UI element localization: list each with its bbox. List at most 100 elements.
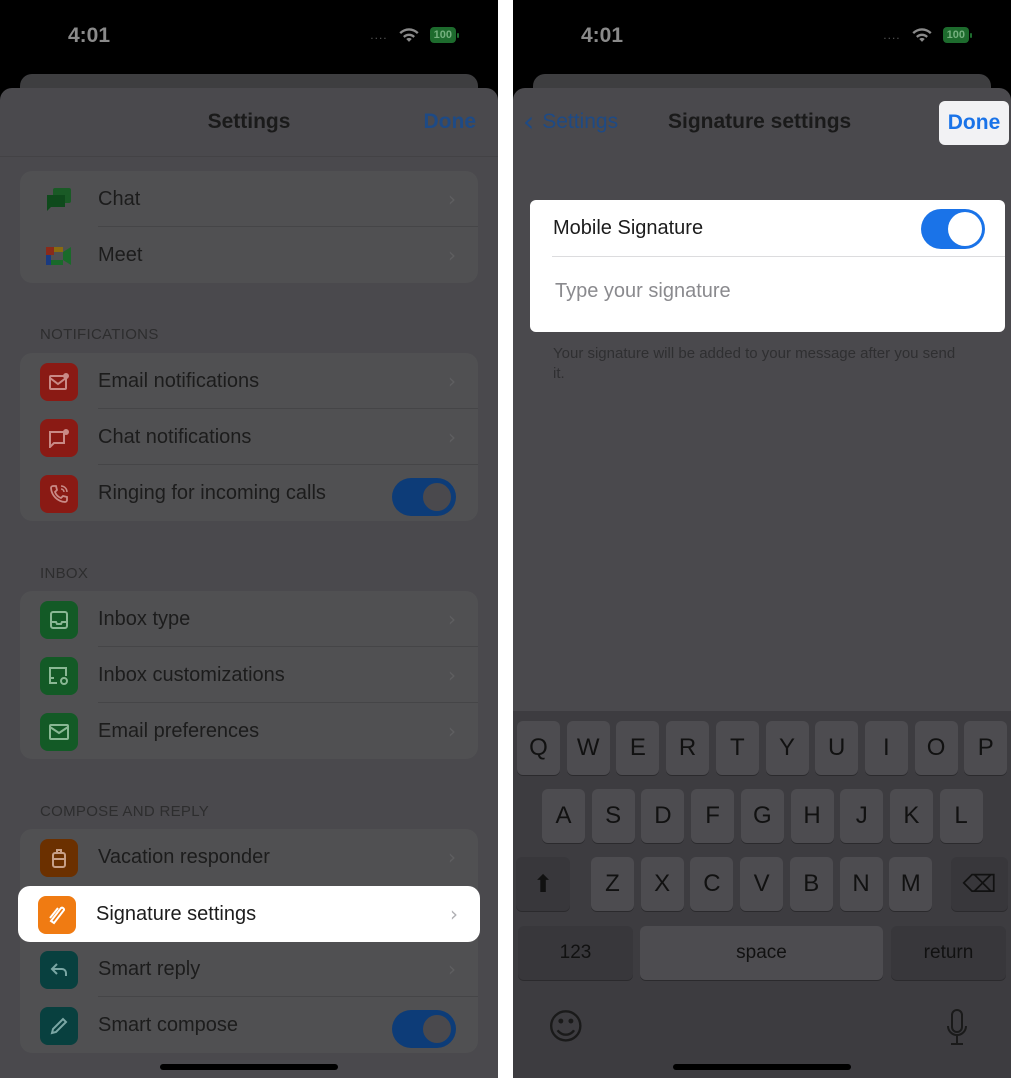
home-indicator: [160, 1064, 338, 1070]
key-e[interactable]: E: [616, 721, 660, 775]
chevron-right-icon: ›: [448, 369, 456, 393]
signature-settings-screen: 4:01 .... 100 ‹ Settings Signature setti…: [513, 0, 1011, 1078]
key-d[interactable]: D: [641, 789, 685, 843]
delete-key[interactable]: ⌫: [951, 857, 1008, 911]
smart-compose-toggle[interactable]: [392, 1010, 456, 1048]
ringing-toggle[interactable]: [392, 478, 456, 516]
row-label: Smart reply: [98, 957, 201, 980]
key-u[interactable]: U: [815, 721, 859, 775]
key-g[interactable]: G: [740, 789, 784, 843]
section-header-compose: COMPOSE AND REPLY: [40, 803, 210, 820]
key-n[interactable]: N: [839, 857, 883, 911]
chevron-right-icon: ›: [448, 607, 456, 631]
chat-icon: [40, 181, 78, 219]
space-key[interactable]: space: [640, 926, 883, 980]
numbers-key[interactable]: 123: [518, 926, 633, 980]
return-key[interactable]: return: [891, 926, 1006, 980]
key-q[interactable]: Q: [517, 721, 560, 775]
key-v[interactable]: V: [740, 857, 784, 911]
settings-screen: 4:01 .... 100 Settings Done Chat › Meet …: [0, 0, 498, 1078]
chevron-right-icon: ›: [448, 957, 456, 981]
key-j[interactable]: J: [840, 789, 884, 843]
inbox-settings-icon: [40, 657, 78, 695]
keyboard: QWERTYUIOP ASDFGHJKL ZXCVBNM ⬆ ⌫ 123 spa…: [513, 711, 1011, 1078]
pencil-icon: [40, 1007, 78, 1045]
toggle-knob: [421, 1013, 453, 1045]
settings-row-smart-compose: Smart compose: [20, 997, 478, 1053]
chevron-right-icon: ›: [448, 243, 456, 267]
section-header-inbox: INBOX: [40, 565, 89, 582]
battery-icon: 100: [942, 27, 973, 43]
back-button[interactable]: ‹ Settings: [523, 108, 618, 136]
signature-card: Mobile Signature: [530, 200, 1005, 332]
apps-group: Chat › Meet ›: [20, 171, 478, 283]
settings-row-email-preferences[interactable]: Email preferences ›: [20, 703, 478, 759]
key-x[interactable]: X: [640, 857, 684, 911]
chevron-right-icon: ›: [448, 845, 456, 869]
row-label: Ringing for incoming calls: [98, 481, 326, 504]
divider: [0, 156, 498, 157]
microphone-icon[interactable]: [945, 1008, 969, 1048]
settings-row-smart-reply[interactable]: Smart reply ›: [20, 941, 478, 997]
key-i[interactable]: I: [864, 721, 908, 775]
settings-row-vacation-responder[interactable]: Vacation responder ›: [20, 829, 478, 885]
divider: [552, 256, 1005, 257]
key-f[interactable]: F: [691, 789, 735, 843]
key-h[interactable]: H: [790, 789, 834, 843]
emoji-icon[interactable]: ☺: [547, 1007, 585, 1048]
row-label: Vacation responder: [98, 845, 270, 868]
chevron-right-icon: ›: [448, 425, 456, 449]
home-indicator: [673, 1064, 851, 1070]
settings-row-ringing: Ringing for incoming calls: [20, 465, 478, 521]
key-r[interactable]: R: [666, 721, 710, 775]
key-p[interactable]: P: [964, 721, 1008, 775]
row-label: Email preferences: [98, 719, 260, 742]
row-label: Inbox type: [98, 607, 191, 630]
status-time: 4:01: [581, 24, 624, 47]
settings-row-inbox-type[interactable]: Inbox type ›: [20, 591, 478, 647]
back-label: Settings: [542, 110, 619, 133]
settings-row-email-notifications[interactable]: Email notifications ›: [20, 353, 478, 409]
key-w[interactable]: W: [566, 721, 610, 775]
mobile-signature-toggle[interactable]: [921, 209, 985, 249]
key-t[interactable]: T: [715, 721, 759, 775]
done-button[interactable]: Done: [939, 101, 1009, 145]
key-m[interactable]: M: [889, 857, 933, 911]
row-label: Chat: [98, 187, 141, 210]
chevron-right-icon: ›: [448, 187, 456, 211]
signature-pen-icon: [38, 896, 76, 934]
cellular-signal-icon: ....: [370, 28, 388, 42]
done-button[interactable]: Done: [424, 110, 477, 134]
mobile-signature-label: Mobile Signature: [553, 217, 704, 239]
key-l[interactable]: L: [939, 789, 983, 843]
key-s[interactable]: S: [591, 789, 635, 843]
key-z[interactable]: Z: [591, 857, 634, 911]
key-k[interactable]: K: [889, 789, 933, 843]
shift-key[interactable]: ⬆: [516, 857, 570, 911]
wifi-icon: [399, 28, 419, 42]
settings-row-inbox-customizations[interactable]: Inbox customizations ›: [20, 647, 478, 703]
chevron-right-icon: ›: [450, 902, 458, 926]
row-label: Email notifications: [98, 369, 260, 392]
settings-row-chat-notifications[interactable]: Chat notifications ›: [20, 409, 478, 465]
row-label: Meet: [98, 243, 143, 266]
delete-icon: ⌫: [962, 870, 997, 898]
settings-row-signature-settings[interactable]: Signature settings ›: [18, 886, 480, 942]
status-bar: 4:01 .... 100: [0, 0, 498, 70]
key-a[interactable]: A: [542, 789, 585, 843]
key-y[interactable]: Y: [765, 721, 809, 775]
cellular-signal-icon: ....: [883, 28, 901, 42]
chat-notification-icon: [40, 419, 78, 457]
key-b[interactable]: B: [789, 857, 833, 911]
settings-row-meet[interactable]: Meet ›: [20, 227, 478, 283]
key-c[interactable]: C: [690, 857, 734, 911]
inbox-group: Inbox type › Inbox customizations › Emai…: [20, 591, 478, 759]
section-header-notifications: NOTIFICATIONS: [40, 326, 159, 343]
key-o[interactable]: O: [914, 721, 958, 775]
row-label: Signature settings: [96, 902, 257, 925]
settings-row-chat[interactable]: Chat ›: [20, 171, 478, 227]
status-time: 4:01: [68, 24, 111, 47]
signature-help-text: Your signature will be added to your mes…: [553, 345, 956, 382]
signature-input[interactable]: [555, 274, 985, 308]
battery-icon: 100: [429, 27, 460, 43]
